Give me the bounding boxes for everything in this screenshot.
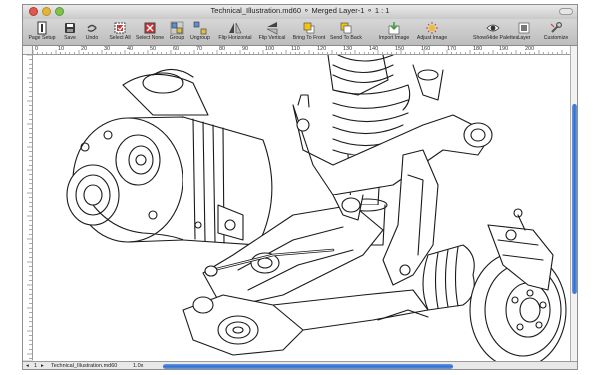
ruler-label: 90 <box>242 46 249 52</box>
technical-illustration <box>66 55 567 361</box>
ruler-ticks <box>27 55 32 359</box>
page-number[interactable]: 1 <box>34 363 37 369</box>
ruler-label: 10 <box>58 46 65 52</box>
drawing-canvas[interactable] <box>33 55 570 361</box>
select-all-label: Select All <box>109 35 131 41</box>
status-filename: Technical_Illustration.md60 <box>51 363 118 369</box>
ruler-label: 190 <box>499 46 509 52</box>
toolbar-toggle-button[interactable] <box>559 8 573 15</box>
undo-icon <box>87 24 97 32</box>
ruler-label: 170 <box>447 46 457 52</box>
flip-horizontal-button[interactable]: Flip Horizontal <box>217 20 253 45</box>
horizontal-ruler[interactable]: 0 10 20 30 40 50 60 70 80 90 100 110 120… <box>33 46 570 55</box>
show-hide-palettes-label: Show/Hide Palettes <box>473 35 519 41</box>
select-all-button[interactable]: Select All <box>103 20 137 45</box>
ungroup-label: Ungroup <box>190 35 210 41</box>
bring-to-front-button[interactable]: Bring To Front <box>291 20 327 45</box>
brake-disc <box>469 208 567 361</box>
adjust-image-label: Adjust Image <box>416 35 448 41</box>
flip-horizontal-label: Flip Horizontal <box>218 35 252 41</box>
horizontal-scroll-thumb[interactable] <box>163 364 453 369</box>
layer-button[interactable]: Layer <box>511 20 537 45</box>
zoom-level[interactable]: 1.0x <box>133 363 143 369</box>
page-prev-icon[interactable]: ◂ <box>26 363 29 369</box>
customize-icon <box>550 21 563 33</box>
page-setup-icon <box>37 21 47 35</box>
ruler-label: 0 <box>35 46 39 52</box>
layer-label: Layer <box>517 35 531 41</box>
ruler-label: 30 <box>104 46 111 52</box>
ruler-label: 60 <box>173 46 180 52</box>
import-image-icon <box>388 22 400 35</box>
ruler-label: 140 <box>369 46 379 52</box>
customize-button[interactable]: Customize <box>539 20 573 45</box>
ruler-label: 110 <box>291 46 300 52</box>
ruler-label: 80 <box>219 46 226 52</box>
starter-motor <box>66 68 273 246</box>
vertical-scroll-thumb[interactable] <box>572 104 577 294</box>
customize-label: Customize <box>543 35 569 41</box>
bring-to-front-icon <box>303 22 315 34</box>
send-to-back-label: Send To Back <box>330 35 362 41</box>
group-icon <box>170 21 184 35</box>
ruler-label: 130 <box>343 46 353 52</box>
adjust-image-icon <box>426 22 438 34</box>
ruler-label: 40 <box>127 46 134 52</box>
import-image-button[interactable]: Import Image <box>377 20 411 45</box>
ruler-corner <box>23 46 33 55</box>
ruler-label: 180 <box>473 46 483 52</box>
flip-vertical-label: Flip Vertical <box>258 35 286 41</box>
ruler-ticks <box>33 50 567 54</box>
vertical-scrollbar[interactable] <box>570 46 577 361</box>
page-next-icon[interactable]: ▸ <box>41 363 44 369</box>
flip-horizontal-icon <box>229 22 242 34</box>
send-to-back-button[interactable]: Send To Back <box>329 20 363 45</box>
ungroup-button[interactable]: Ungroup <box>183 20 217 45</box>
select-none-icon <box>144 22 156 34</box>
send-to-back-icon <box>340 22 352 34</box>
window-title: Technical_Illustration.md60 ⚬ Merged Lay… <box>210 6 390 15</box>
ruler-label: 100 <box>265 46 275 52</box>
app-window: Technical_Illustration.md60 ⚬ Merged Lay… <box>22 4 578 370</box>
layer-icon <box>518 22 530 34</box>
show-hide-palettes-button[interactable]: Show/Hide Palettes <box>473 20 519 45</box>
palettes-icon <box>486 24 500 32</box>
ruler-label: 160 <box>421 46 431 52</box>
adjust-image-button[interactable]: Adjust Image <box>415 20 449 45</box>
bring-to-front-label: Bring To Front <box>292 35 326 41</box>
ungroup-icon <box>193 21 207 35</box>
flip-vertical-icon <box>266 22 278 35</box>
title-bar: Technical_Illustration.md60 ⚬ Merged Lay… <box>23 5 577 19</box>
upper-control-arm <box>292 64 493 196</box>
select-all-icon <box>114 22 126 34</box>
ruler-label: 70 <box>196 46 203 52</box>
status-bar: ◂ 1 ▸ Technical_Illustration.md60 1.0x <box>23 361 577 369</box>
ruler-label: 150 <box>395 46 405 52</box>
vertical-ruler[interactable] <box>23 55 33 360</box>
ruler-label: 200 <box>525 46 535 52</box>
ruler-label: 50 <box>150 46 157 52</box>
ruler-label: 120 <box>317 46 327 52</box>
import-image-label: Import Image <box>378 35 410 41</box>
flip-vertical-button[interactable]: Flip Vertical <box>255 20 289 45</box>
ruler-label: 20 <box>81 46 88 52</box>
toolbar: Page Setup Save Undo Select All Select N… <box>23 19 577 46</box>
